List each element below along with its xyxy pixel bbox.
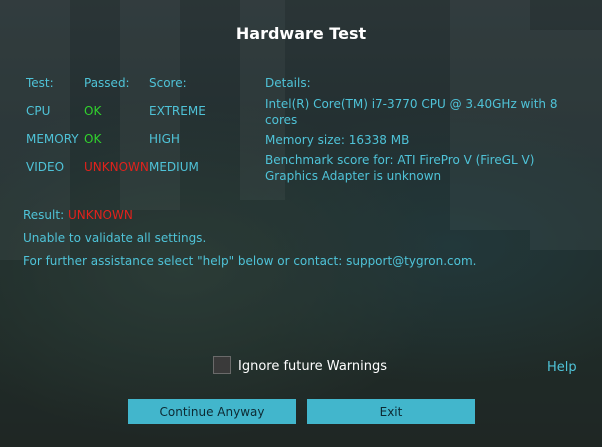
- row-memory-details: Memory size: 16338 MB: [265, 133, 410, 147]
- row-memory-test: MEMORY: [26, 132, 79, 146]
- header-test: Test:: [26, 76, 54, 90]
- ignore-warnings-label[interactable]: Ignore future Warnings: [238, 359, 387, 374]
- row-video-score: MEDIUM: [149, 160, 199, 174]
- header-passed: Passed:: [84, 76, 130, 90]
- result-value: UNKNOWN: [67, 208, 133, 222]
- header-score: Score:: [149, 76, 187, 90]
- row-cpu-details: Intel(R) Core(TM) i7-3770 CPU @ 3.40GHz …: [265, 97, 558, 127]
- row-video-test: VIDEO: [26, 160, 65, 174]
- result-message: Unable to validate all settings.: [23, 231, 207, 245]
- support-message: For further assistance select "help" bel…: [23, 254, 477, 268]
- result-label: Result:: [23, 208, 65, 222]
- row-cpu-passed: OK: [84, 104, 102, 118]
- row-cpu-score: EXTREME: [149, 104, 206, 118]
- header-details: Details:: [265, 76, 311, 90]
- result-line: Result: UNKNOWN: [23, 208, 133, 222]
- help-link[interactable]: Help: [547, 360, 577, 375]
- continue-anyway-button[interactable]: Continue Anyway: [128, 399, 296, 424]
- row-cpu-test: CPU: [26, 104, 51, 118]
- row-video-passed: UNKNOWN: [84, 160, 149, 174]
- row-memory-score: HIGH: [149, 132, 180, 146]
- ignore-warnings-checkbox[interactable]: [213, 356, 231, 374]
- row-memory-passed: OK: [84, 132, 102, 146]
- hardware-test-dialog: Hardware Test Test: Passed: Score: Detai…: [0, 0, 602, 447]
- row-video-details: Benchmark score for: ATI FirePro V (Fire…: [265, 153, 535, 183]
- exit-button[interactable]: Exit: [307, 399, 475, 424]
- dialog-title: Hardware Test: [235, 24, 367, 43]
